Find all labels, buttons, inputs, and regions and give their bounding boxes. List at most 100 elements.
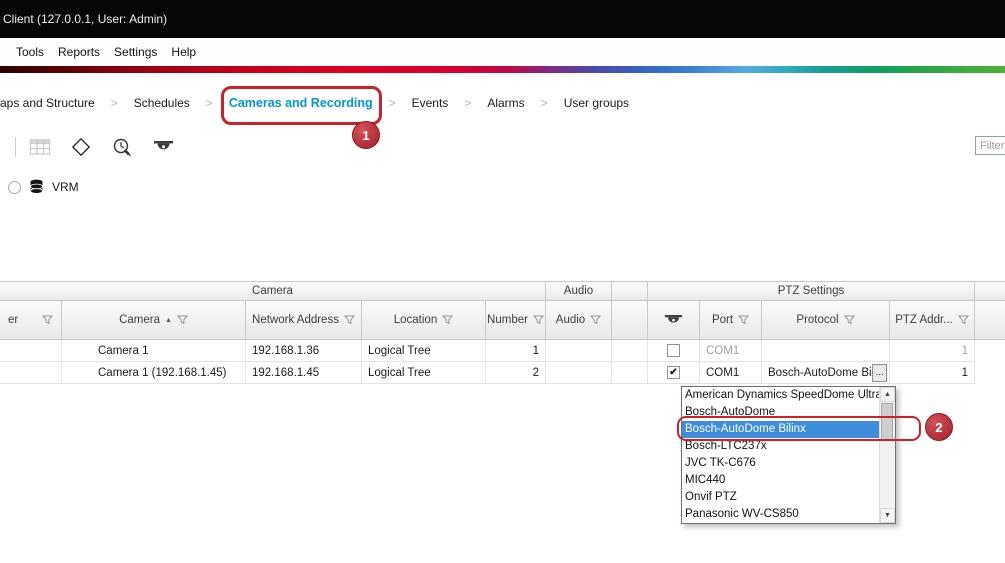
toolbar-separator [15, 137, 16, 157]
column-label: Camera [119, 314, 160, 326]
column-header-location[interactable]: Location [362, 301, 486, 340]
nav-item-alarms[interactable]: Alarms [487, 96, 524, 110]
menu-item-tools[interactable]: Tools [9, 45, 51, 59]
filter-icon[interactable] [844, 315, 855, 325]
cell-blank [612, 340, 648, 362]
vrm-radio-button[interactable] [8, 181, 21, 194]
chevron-right-icon: > [464, 96, 471, 110]
workflow-nav: aps and Structure > Schedules > Cameras … [0, 73, 1005, 125]
column-header-camera[interactable]: Camera ▲ [62, 301, 246, 340]
column-header-ptz-address[interactable]: PTZ Addr... [890, 301, 975, 340]
protocol-dropdown-list: American Dynamics SpeedDome Ultra Bosch-… [682, 387, 879, 523]
nav-item-schedules[interactable]: Schedules [134, 96, 190, 110]
cell-ptz-enable[interactable]: ✔ [648, 362, 700, 384]
filter-icon[interactable] [442, 315, 453, 325]
dropdown-item[interactable]: Panasonic WV-CS850 [682, 506, 879, 523]
cell-audio[interactable] [546, 362, 612, 384]
ptz-checkbox-checked[interactable]: ✔ [667, 366, 680, 379]
column-header-trailing [975, 301, 1005, 340]
cell-number[interactable]: 2 [486, 362, 546, 384]
window-title: Client (127.0.0.1, User: Admin) [3, 12, 167, 26]
column-header-ptz-enable[interactable] [648, 301, 700, 340]
chevron-right-icon: > [541, 96, 548, 110]
cell-ptz-enable[interactable] [648, 340, 700, 362]
menu-item-help[interactable]: Help [164, 45, 203, 59]
ptz-dome-button[interactable] [151, 135, 175, 159]
dropdown-item[interactable]: Bosch-AutoDome [682, 404, 879, 421]
ptz-checkbox-unchecked[interactable] [667, 344, 680, 357]
sort-ascending-icon: ▲ [165, 317, 172, 324]
filter-icon[interactable] [590, 315, 601, 325]
table-row: Camera 1 (192.168.1.45) 192.168.1.45 Log… [0, 362, 1005, 384]
column-label: Network Address [252, 314, 339, 326]
nav-item-events[interactable]: Events [412, 96, 449, 110]
filter-icon[interactable] [177, 315, 188, 325]
recording-settings-button[interactable] [110, 135, 134, 159]
column-header-network-address[interactable]: Network Address [246, 301, 362, 340]
scroll-thumb[interactable] [881, 403, 893, 441]
scroll-up-button[interactable]: ▲ [880, 387, 895, 402]
cell-encoder[interactable] [0, 362, 62, 384]
vrm-label: VRM [52, 180, 79, 194]
dropdown-item[interactable]: Onvif PTZ [682, 489, 879, 506]
filter-icon[interactable] [533, 315, 544, 325]
filter-icon[interactable] [958, 315, 969, 325]
group-header-camera: Camera [0, 281, 546, 301]
cell-port[interactable]: COM1 [700, 362, 762, 384]
group-header-audio: Audio [546, 281, 612, 301]
stream-quality-button[interactable] [69, 135, 93, 159]
column-header-number[interactable]: Number [486, 301, 546, 340]
clock-edit-icon [112, 137, 132, 157]
cell-protocol[interactable] [762, 340, 890, 362]
column-header-port[interactable]: Port [700, 301, 762, 340]
annotation-step2-badge: 2 [925, 413, 953, 441]
group-header-ptz-settings: PTZ Settings [648, 281, 975, 301]
filter-input[interactable] [975, 136, 1005, 155]
cell-number[interactable]: 1 [486, 340, 546, 362]
menu-item-settings[interactable]: Settings [107, 45, 164, 59]
column-header-protocol[interactable]: Protocol [762, 301, 890, 340]
group-header-blank [612, 281, 648, 301]
cell-camera[interactable]: Camera 1 [62, 340, 246, 362]
cell-location[interactable]: Logical Tree [362, 362, 486, 384]
cell-camera[interactable]: Camera 1 (192.168.1.45) [62, 362, 246, 384]
column-header-blank [612, 301, 648, 340]
group-header-trailing [975, 281, 1005, 301]
dropdown-scrollbar[interactable]: ▲ ▼ [879, 387, 895, 523]
cell-port[interactable]: COM1 [700, 340, 762, 362]
cell-protocol[interactable]: Bosch-AutoDome Bil... ... [762, 362, 890, 384]
cell-location[interactable]: Logical Tree [362, 340, 486, 362]
chevron-right-icon: > [206, 96, 213, 110]
dome-camera-icon [664, 314, 683, 326]
dropdown-item[interactable]: JVC TK-C676 [682, 455, 879, 472]
cameras-table: Camera Audio PTZ Settings er Camera ▲ [0, 281, 1005, 384]
column-label: er [8, 314, 18, 326]
table-column-header-row: er Camera ▲ Network Address Location [0, 301, 1005, 340]
menu-item-reports[interactable]: Reports [51, 45, 107, 59]
cell-audio[interactable] [546, 340, 612, 362]
column-header-encoder[interactable]: er [0, 301, 62, 340]
dropdown-item[interactable]: Bosch-LTC237x [682, 438, 879, 455]
dropdown-item[interactable]: MIC440 [682, 472, 879, 489]
scroll-down-button[interactable]: ▼ [880, 508, 895, 523]
cell-network-address[interactable]: 192.168.1.36 [246, 340, 362, 362]
dropdown-item[interactable]: American Dynamics SpeedDome Ultra [682, 387, 879, 404]
nav-item-maps-structure[interactable]: aps and Structure [0, 96, 95, 110]
protocol-ellipsis-button[interactable]: ... [872, 364, 887, 382]
cell-ptz-address[interactable]: 1 [890, 340, 975, 362]
dropdown-item-selected[interactable]: Bosch-AutoDome Bilinx [682, 421, 879, 438]
cell-encoder[interactable] [0, 340, 62, 362]
filter-icon[interactable] [42, 315, 53, 325]
filter-icon[interactable] [344, 315, 355, 325]
cell-ptz-address[interactable]: 1 [890, 362, 975, 384]
filter-icon[interactable] [738, 315, 749, 325]
table-row: Camera 1 192.168.1.36 Logical Tree 1 COM… [0, 340, 1005, 362]
cell-trailing [975, 362, 1005, 384]
table-grid-icon [29, 138, 51, 156]
tree-item-vrm[interactable]: VRM [8, 178, 79, 196]
cell-network-address[interactable]: 192.168.1.45 [246, 362, 362, 384]
table-view-button[interactable] [28, 135, 52, 159]
nav-item-user-groups[interactable]: User groups [564, 96, 629, 110]
nav-item-cameras-recording[interactable]: Cameras and Recording [229, 96, 373, 110]
column-header-audio[interactable]: Audio [546, 301, 612, 340]
